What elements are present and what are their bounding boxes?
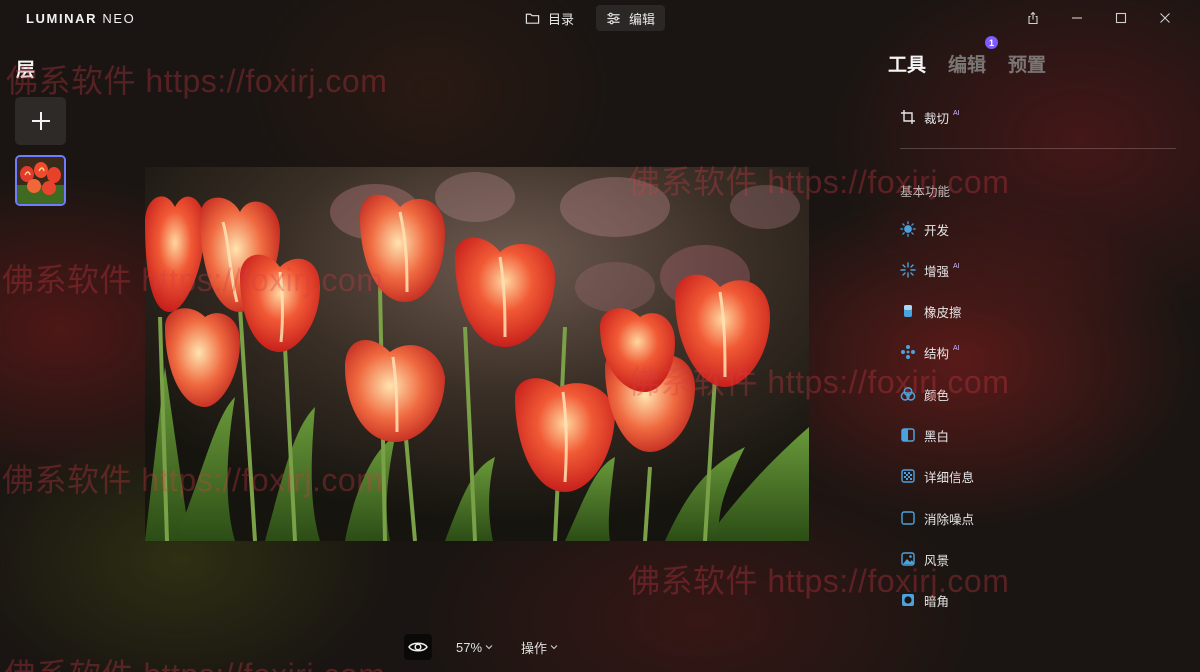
panel-divider bbox=[900, 148, 1176, 149]
ai-tag: AI bbox=[953, 262, 960, 270]
maximize-icon bbox=[1115, 12, 1127, 24]
right-panel-tabs: 工具 编辑 1 预置 bbox=[888, 36, 1046, 77]
tool-bw[interactable]: 黑白 bbox=[900, 423, 949, 447]
sun-icon bbox=[900, 221, 916, 237]
sparkle-icon bbox=[900, 262, 916, 278]
catalog-tab-label: 目录 bbox=[548, 11, 575, 27]
share-icon bbox=[1028, 12, 1038, 24]
tool-develop-label: 开发 bbox=[924, 223, 950, 238]
close-icon bbox=[1160, 13, 1170, 23]
eye-icon bbox=[408, 642, 428, 652]
add-layer-button[interactable] bbox=[15, 97, 66, 145]
main-photo[interactable] bbox=[145, 167, 809, 541]
ai-tag: AI bbox=[953, 344, 960, 352]
tool-color[interactable]: 颜色 bbox=[900, 382, 949, 406]
edit-tab-label: 编辑 bbox=[629, 11, 656, 27]
tool-enhance[interactable]: 增强 AI bbox=[900, 258, 960, 282]
tool-crop[interactable]: 裁切 AI bbox=[900, 105, 960, 129]
tool-denoise[interactable]: 消除噪点 bbox=[900, 506, 974, 530]
tulip-photo bbox=[145, 167, 809, 541]
catalog-tab[interactable]: 目录 bbox=[515, 5, 584, 31]
window-controls bbox=[1012, 8, 1186, 28]
watermark: 佛系软件 https://foxirj.com bbox=[628, 563, 1010, 599]
layer-thumbnail[interactable] bbox=[15, 155, 66, 206]
tool-enhance-label: 增强 bbox=[924, 264, 950, 279]
tool-landscape-label: 风景 bbox=[924, 553, 950, 568]
logo-neo: NEO bbox=[102, 11, 136, 26]
sliders-icon bbox=[607, 12, 620, 24]
title-bar: LUMINAR NEO 目录 编辑 bbox=[0, 0, 1200, 36]
zoom-value: 57% bbox=[456, 639, 483, 655]
maximize-button[interactable] bbox=[1100, 8, 1142, 28]
layers-title: 层 bbox=[16, 60, 36, 81]
actions-label: 操作 bbox=[521, 640, 548, 656]
watermark: 佛系软件 https://foxirj.com bbox=[6, 63, 388, 99]
tool-details[interactable]: 详细信息 bbox=[900, 464, 974, 488]
tool-develop[interactable]: 开发 bbox=[900, 217, 949, 241]
zoom-dropdown[interactable]: 57% bbox=[448, 634, 501, 660]
crop-icon bbox=[901, 110, 915, 124]
folder-icon bbox=[525, 13, 540, 24]
tool-details-label: 详细信息 bbox=[924, 470, 975, 485]
bottom-toolbar: 57% 操作 bbox=[404, 634, 566, 660]
edits-count-badge: 1 bbox=[985, 36, 999, 49]
details-grid-icon bbox=[901, 469, 915, 483]
tab-presets[interactable]: 预置 bbox=[1008, 50, 1046, 77]
tab-tools[interactable]: 工具 bbox=[888, 50, 926, 77]
tab-edits-label: 编辑 bbox=[948, 55, 987, 76]
close-button[interactable] bbox=[1144, 8, 1186, 28]
denoise-icon bbox=[901, 511, 915, 525]
edit-tab[interactable]: 编辑 bbox=[596, 5, 666, 31]
ai-tag: AI bbox=[953, 109, 960, 117]
color-circles-icon bbox=[900, 386, 916, 401]
tool-bw-label: 黑白 bbox=[924, 429, 950, 444]
tab-edits[interactable]: 编辑 1 bbox=[948, 36, 999, 77]
section-basic-title: 基本功能 bbox=[900, 185, 951, 199]
preview-toggle-button[interactable] bbox=[404, 634, 432, 660]
tool-denoise-label: 消除噪点 bbox=[924, 512, 975, 527]
tool-vignette[interactable]: 暗角 bbox=[900, 588, 949, 612]
tool-crop-label: 裁切 bbox=[924, 111, 950, 126]
logo-luminar: LUMINAR bbox=[26, 11, 98, 26]
chevron-down-icon bbox=[485, 645, 493, 650]
share-button[interactable] bbox=[1012, 8, 1054, 28]
tool-structure[interactable]: 结构 AI bbox=[900, 340, 960, 364]
tool-erase-label: 橡皮擦 bbox=[924, 305, 962, 320]
minimize-icon bbox=[1072, 17, 1082, 19]
layer-thumbnail-image bbox=[17, 157, 64, 204]
top-navigation: 目录 编辑 bbox=[515, 5, 666, 31]
tool-structure-label: 结构 bbox=[924, 346, 950, 361]
vignette-icon bbox=[902, 594, 914, 606]
plus-icon bbox=[31, 112, 50, 130]
app-logo: LUMINAR NEO bbox=[26, 11, 135, 26]
chevron-down-icon bbox=[550, 645, 558, 650]
landscape-icon bbox=[901, 552, 915, 566]
watermark: 佛系软件 https://foxirj.com bbox=[4, 650, 385, 672]
actions-dropdown[interactable]: 操作 bbox=[513, 634, 566, 660]
tool-erase[interactable]: 橡皮擦 bbox=[900, 299, 962, 323]
minimize-button[interactable] bbox=[1056, 8, 1098, 28]
tool-color-label: 颜色 bbox=[924, 388, 950, 403]
tool-vignette-label: 暗角 bbox=[924, 594, 950, 609]
black-white-icon bbox=[901, 428, 915, 442]
structure-icon bbox=[901, 345, 915, 359]
tool-landscape[interactable]: 风景 bbox=[900, 547, 949, 571]
eraser-icon bbox=[904, 305, 912, 317]
